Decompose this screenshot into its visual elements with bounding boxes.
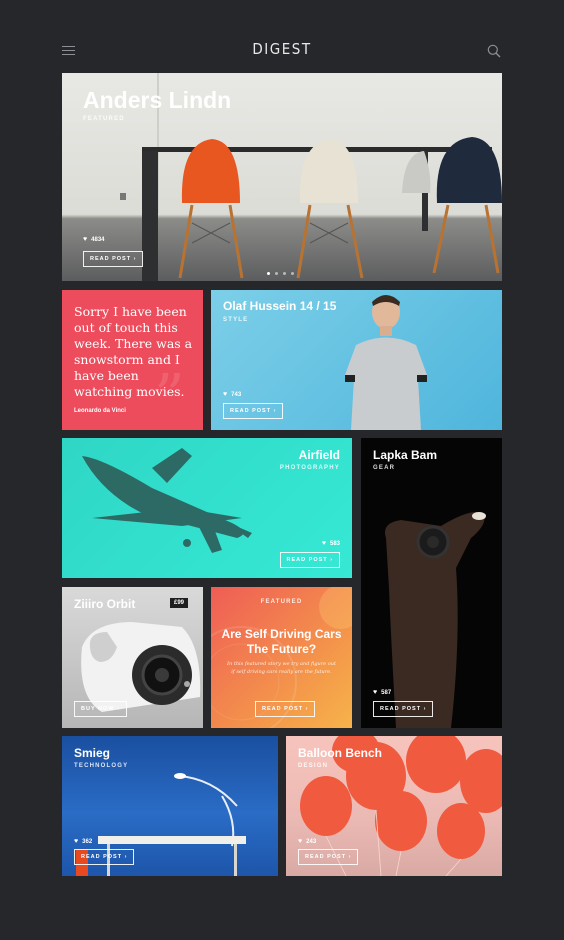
model-photo bbox=[345, 295, 427, 430]
lapka-bam-card[interactable]: Lapka Bam GEAR ♥ 587 READ POST › bbox=[361, 438, 502, 728]
balloon-tag: DESIGN bbox=[298, 763, 329, 769]
ziiro-title: Ziiiro Orbit bbox=[74, 597, 136, 611]
selfdrive-read-post-button[interactable]: READ POST › bbox=[255, 701, 316, 717]
lapka-like-count: 587 bbox=[381, 690, 392, 696]
carousel-dot[interactable] bbox=[267, 272, 270, 275]
hero-read-post-button[interactable]: READ POST › bbox=[83, 251, 144, 267]
lapka-title: Lapka Bam bbox=[373, 448, 438, 462]
buy-now-button[interactable]: BUY NOW › bbox=[74, 701, 127, 717]
lapka-likes[interactable]: ♥ 587 bbox=[373, 689, 391, 696]
airfield-tag: PHOTOGRAPHY bbox=[279, 465, 340, 471]
hand-device-photo bbox=[385, 511, 486, 728]
smieg-tag: TECHNOLOGY bbox=[74, 763, 129, 769]
hero-tag: FEATURED bbox=[83, 116, 125, 122]
selfdrive-description: In this featured story we try and figure… bbox=[227, 661, 336, 675]
heart-icon[interactable]: ♥ bbox=[298, 838, 302, 845]
hero-title: Anders Lindn bbox=[83, 87, 232, 113]
olaf-hussein-card[interactable]: Olaf Hussein 14 / 15 STYLE ♥ 743 READ POS… bbox=[211, 290, 502, 430]
airfield-card[interactable]: Airfield PHOTOGRAPHY ♥ 583 READ POST › bbox=[62, 438, 352, 578]
smieg-read-post-button[interactable]: READ POST › bbox=[74, 849, 135, 865]
quote-text: Sorry I have been out of touch this week… bbox=[74, 304, 193, 399]
carousel-dot[interactable] bbox=[275, 272, 278, 275]
balloon-likes[interactable]: ♥ 243 bbox=[298, 838, 316, 845]
heart-icon[interactable]: ♥ bbox=[74, 838, 78, 845]
olaf-read-post-button[interactable]: READ POST › bbox=[223, 403, 284, 419]
olaf-likes[interactable]: ♥ 743 bbox=[223, 391, 241, 398]
carousel-dot[interactable] bbox=[291, 272, 294, 275]
brand-logo[interactable]: DIGEST bbox=[0, 40, 564, 58]
heart-icon[interactable]: ♥ bbox=[373, 689, 377, 696]
featured-hero-card[interactable]: Anders Lindn FEATURED ♥ 4834 READ POST › bbox=[62, 73, 502, 281]
search-icon[interactable] bbox=[487, 44, 501, 58]
ziiiro-orbit-card[interactable]: Ziiiro Orbit £99 BUY NOW › bbox=[62, 587, 203, 728]
lapka-tag: GEAR bbox=[373, 465, 396, 471]
olaf-like-count: 743 bbox=[231, 392, 242, 398]
selfdrive-tag: FEATURED bbox=[260, 599, 303, 605]
heart-icon[interactable]: ♥ bbox=[322, 540, 326, 547]
balloon-bench-card[interactable]: Balloon Bench DESIGN ♥ 243 READ POST › bbox=[286, 736, 502, 876]
carousel-dot[interactable] bbox=[283, 272, 286, 275]
hero-like-count: 4834 bbox=[91, 237, 105, 243]
selfdrive-title: Are Self Driving Cars The Future? bbox=[221, 627, 342, 656]
quote-card[interactable]: ” Sorry I have been out of touch this we… bbox=[62, 290, 203, 430]
smieg-title: Smieg bbox=[74, 746, 111, 760]
quote-author: Leonardo da Vinci bbox=[74, 408, 126, 414]
smieg-like-count: 362 bbox=[82, 839, 93, 845]
balloon-like-count: 243 bbox=[306, 839, 317, 845]
self-driving-card[interactable]: FEATURED Are Self Driving Cars The Futur… bbox=[211, 587, 352, 728]
airfield-title: Airfield bbox=[298, 448, 340, 462]
heart-icon[interactable]: ♥ bbox=[223, 391, 227, 398]
hero-likes[interactable]: ♥ 4834 bbox=[83, 236, 105, 243]
balloon-title: Balloon Bench bbox=[298, 746, 383, 760]
carousel-dots[interactable] bbox=[267, 262, 299, 280]
balloon-read-post-button[interactable]: READ POST › bbox=[298, 849, 359, 865]
heart-icon[interactable]: ♥ bbox=[83, 236, 87, 243]
airfield-like-count: 583 bbox=[329, 541, 340, 547]
smieg-likes[interactable]: ♥ 362 bbox=[74, 838, 92, 845]
airfield-read-post-button[interactable]: READ POST › bbox=[279, 552, 340, 568]
price-badge: £99 bbox=[170, 598, 189, 608]
smieg-card[interactable]: Smieg TECHNOLOGY ♥ 362 READ POST › bbox=[62, 736, 278, 876]
lapka-read-post-button[interactable]: READ POST › bbox=[373, 701, 434, 717]
airfield-likes[interactable]: ♥ 583 bbox=[322, 540, 340, 547]
olaf-title: Olaf Hussein 14 / 15 bbox=[223, 299, 337, 313]
olaf-tag: STYLE bbox=[223, 317, 249, 323]
